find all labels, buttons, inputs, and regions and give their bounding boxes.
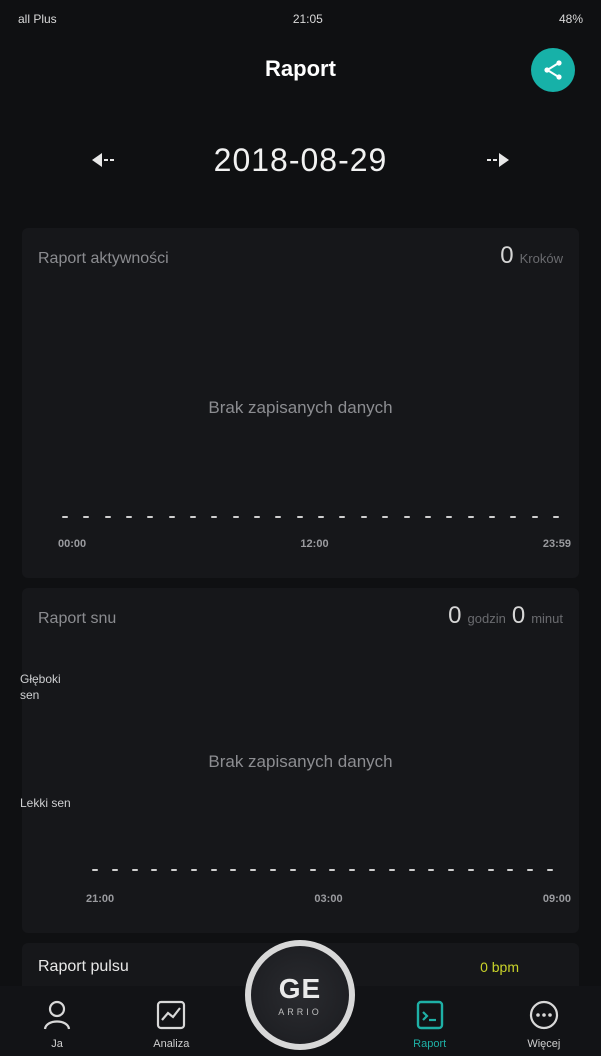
tick-label: 09:00 bbox=[542, 893, 571, 905]
tab-more[interactable]: Więcej bbox=[499, 998, 589, 1050]
carrier-text: all Plus bbox=[18, 12, 57, 26]
steps-unit: Kroków bbox=[519, 251, 563, 266]
tick-label: 23:59 bbox=[542, 538, 571, 550]
center-logo-button[interactable]: GE ARRIO bbox=[245, 940, 355, 1050]
sleep-hours-unit: godzin bbox=[467, 611, 506, 626]
date-navigation: 2018-08-29 bbox=[0, 120, 601, 200]
tab-report[interactable]: Raport bbox=[385, 998, 475, 1050]
activity-report-card[interactable]: Raport aktywności 0 Kroków Brak zapisany… bbox=[22, 228, 579, 578]
activity-no-data-text: Brak zapisanych danych bbox=[208, 398, 393, 417]
sleep-time-axis: 21:00 03:00 09:00 bbox=[86, 893, 571, 905]
previous-day-button[interactable] bbox=[90, 140, 130, 180]
page-title: Raport bbox=[265, 56, 336, 81]
light-sleep-label: Lekki sen bbox=[20, 796, 71, 810]
activity-timeline-dots bbox=[62, 516, 559, 518]
sleep-report-title: Raport snu bbox=[38, 610, 117, 627]
sleep-minutes-unit: minut bbox=[531, 611, 563, 626]
tab-label: Raport bbox=[413, 1038, 447, 1050]
arrow-left-icon bbox=[92, 153, 114, 167]
logo-subtext: ARRIO bbox=[278, 1007, 322, 1017]
sleep-hours-value: 0 bbox=[448, 602, 462, 629]
tick-label: 03:00 bbox=[314, 893, 343, 905]
pulse-report-title: Raport pulsu bbox=[38, 958, 129, 975]
share-icon bbox=[544, 60, 562, 80]
activity-steps-metric: 0 Kroków bbox=[500, 242, 563, 270]
tab-label: Analiza bbox=[153, 1038, 190, 1050]
more-icon bbox=[529, 1000, 558, 1030]
selected-date: 2018-08-29 bbox=[213, 141, 388, 178]
arrow-right-icon bbox=[487, 153, 509, 167]
tick-label: 00:00 bbox=[58, 538, 87, 550]
clock: 21:05 bbox=[292, 12, 323, 26]
tick-label: 21:00 bbox=[86, 893, 115, 905]
sleep-minutes-value: 0 bbox=[511, 602, 526, 629]
battery-text: 48% bbox=[558, 12, 583, 26]
tab-label: Ja bbox=[51, 1038, 63, 1050]
chart-icon bbox=[157, 1000, 186, 1030]
activity-time-axis: 00:00 12:00 23:59 bbox=[58, 538, 571, 550]
pulse-value: 0 bpm bbox=[480, 959, 519, 975]
top-bar: Raport bbox=[0, 38, 601, 100]
sleep-duration-metric: 0 godzin 0 minut bbox=[448, 602, 563, 630]
tab-me[interactable]: Ja bbox=[12, 998, 102, 1050]
steps-value: 0 bbox=[500, 242, 514, 269]
sleep-no-data-text: Brak zapisanych danych bbox=[208, 752, 393, 771]
deep-sleep-label: Głęboki sen bbox=[20, 672, 61, 702]
person-icon bbox=[43, 1000, 71, 1030]
share-button[interactable] bbox=[531, 48, 575, 92]
tab-analysis[interactable]: Analiza bbox=[126, 998, 216, 1050]
activity-report-title: Raport aktywności bbox=[38, 250, 169, 267]
sleep-report-card[interactable]: Raport snu 0 godzin 0 minut Głęboki sen … bbox=[20, 588, 579, 933]
report-icon bbox=[416, 1000, 443, 1030]
status-bar: all Plus 21:05 48% bbox=[0, 0, 601, 38]
logo-text: GE bbox=[278, 973, 322, 1004]
sleep-timeline-dots bbox=[92, 869, 553, 871]
tick-label: 12:00 bbox=[300, 538, 329, 550]
next-day-button[interactable] bbox=[471, 140, 511, 180]
tab-label: Więcej bbox=[527, 1038, 561, 1050]
